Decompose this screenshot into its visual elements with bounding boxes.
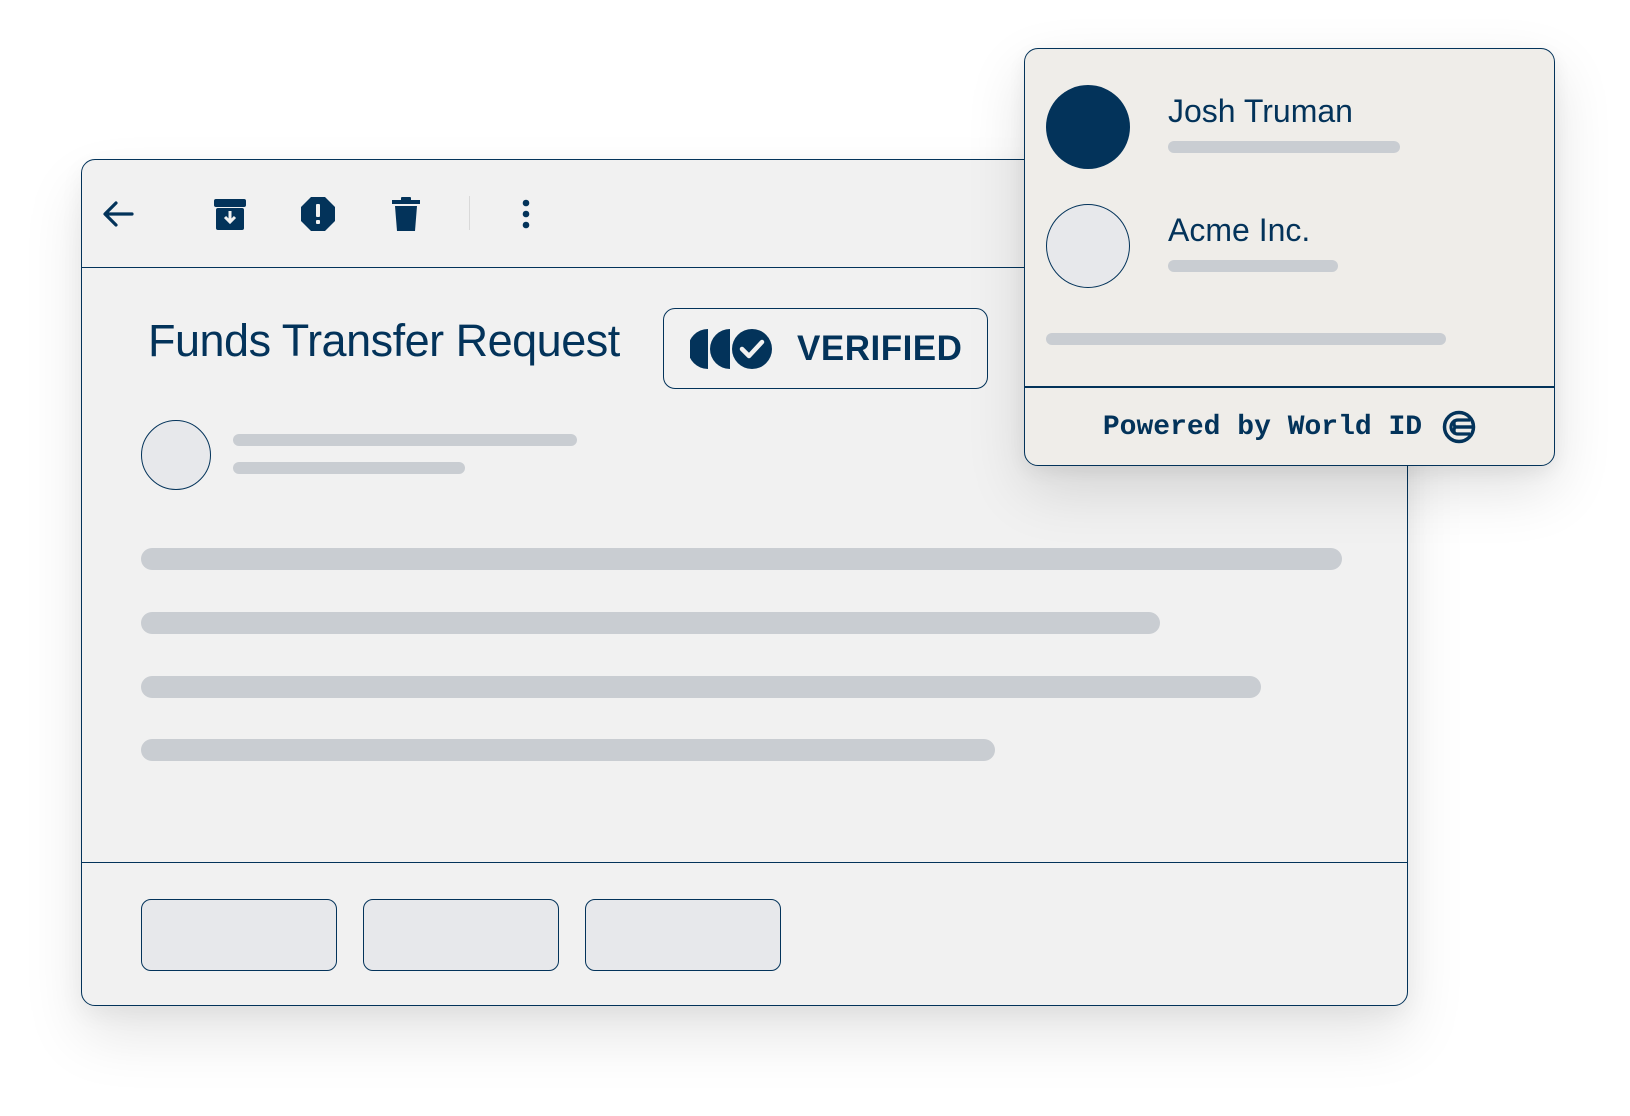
toolbar-divider [469,196,470,230]
identity-popup: Josh Truman Acme Inc. Powered by World I… [1024,48,1555,466]
sender-email-placeholder [233,462,465,474]
action-button[interactable] [141,899,337,971]
powered-by-text: Powered by World ID [1102,411,1423,443]
identity-detail-placeholder [1168,141,1400,153]
identity-name: Josh Truman [1168,93,1353,129]
sender-avatar [141,420,211,490]
trash-icon[interactable] [382,190,430,238]
verified-badge[interactable]: VERIFIED [663,308,988,389]
back-arrow-icon[interactable] [94,190,142,238]
popup-footer: Powered by World ID [1025,388,1554,465]
body-text-placeholder [141,548,1342,570]
verified-label: VERIFIED [797,329,963,368]
email-subject: Funds Transfer Request [148,315,620,366]
report-spam-icon[interactable] [294,190,342,238]
footer-divider [82,862,1407,863]
more-vertical-icon[interactable] [502,190,550,238]
action-button[interactable] [585,899,781,971]
archive-icon[interactable] [206,190,254,238]
body-text-placeholder [141,676,1261,698]
popup-text-placeholder [1046,333,1446,345]
body-text-placeholder [141,612,1160,634]
sender-name-placeholder [233,434,577,446]
avatar [1046,85,1130,169]
verified-logo-icon [688,329,774,374]
identity-detail-placeholder [1168,260,1338,272]
world-id-logo-icon [1442,410,1476,444]
avatar [1046,204,1130,288]
action-button[interactable] [363,899,559,971]
identity-name: Acme Inc. [1168,212,1311,248]
body-text-placeholder [141,739,995,761]
